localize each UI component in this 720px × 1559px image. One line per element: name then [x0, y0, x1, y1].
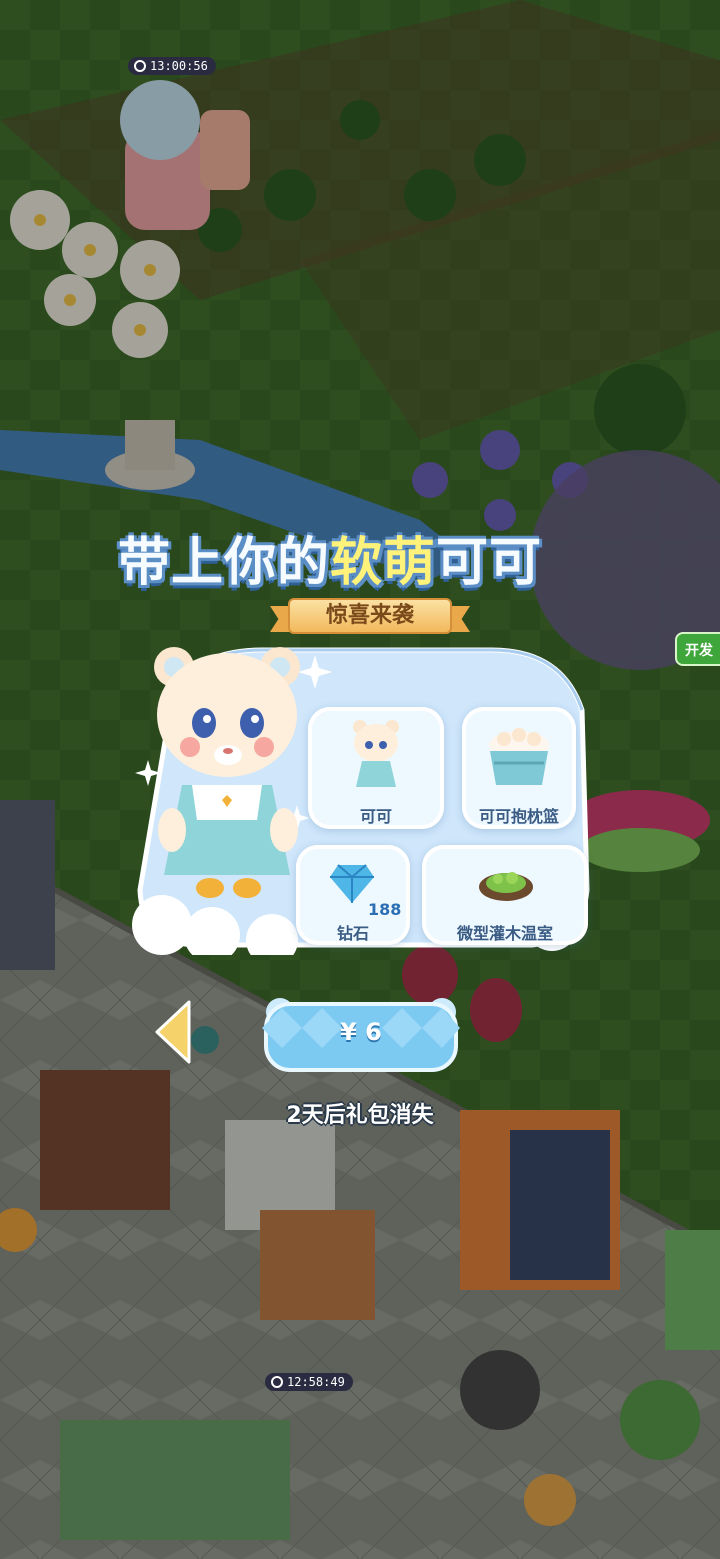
diamond-count: 188: [368, 900, 402, 919]
clock-icon: [271, 1376, 283, 1388]
reward-item-label: 可可: [359, 807, 392, 826]
clock-icon: [134, 60, 146, 72]
reward-item-label: 钻石: [336, 924, 369, 943]
bear-doll-icon: [353, 720, 399, 787]
title-part-1: 带上你的: [118, 533, 331, 593]
reward-item-label: 微型灌木温室: [456, 924, 553, 943]
reward-item-pillow-basket[interactable]: 可可抱枕篮: [462, 707, 576, 829]
build-timer-top: 13:00:56: [128, 57, 216, 75]
coco-bear-illustration: [154, 647, 300, 898]
price-label: ¥ 6: [340, 1018, 382, 1046]
mini-greenhouse-icon: [479, 872, 533, 901]
previous-offer-arrow-icon[interactable]: [153, 1000, 193, 1064]
offer-expiry-note: 2天后礼包消失: [286, 1103, 434, 1128]
subtitle-ribbon: 惊喜来袭: [270, 592, 470, 638]
pillow-basket-icon: [489, 728, 549, 785]
subtitle-text: 惊喜来袭: [288, 598, 452, 634]
timer-text: 13:00:56: [150, 59, 208, 73]
reward-item-mini-greenhouse[interactable]: 微型灌木温室: [422, 845, 588, 945]
side-tab-label: 开发: [685, 643, 713, 659]
title-part-2: 软萌: [330, 533, 437, 593]
side-tab-button[interactable]: 开发: [675, 632, 720, 666]
build-timer-bottom: 12:58:49: [265, 1373, 353, 1391]
reward-item-coco[interactable]: 可可: [308, 707, 444, 829]
reward-item-label: 可可抱枕篮: [478, 807, 559, 826]
purchase-price-button[interactable]: ¥ 6: [262, 998, 460, 1076]
timer-text: 12:58:49: [287, 1375, 345, 1389]
title-part-3: 可可: [436, 533, 543, 593]
diamond-icon: [330, 864, 374, 903]
reward-item-diamond[interactable]: 188 钻石: [296, 845, 410, 945]
